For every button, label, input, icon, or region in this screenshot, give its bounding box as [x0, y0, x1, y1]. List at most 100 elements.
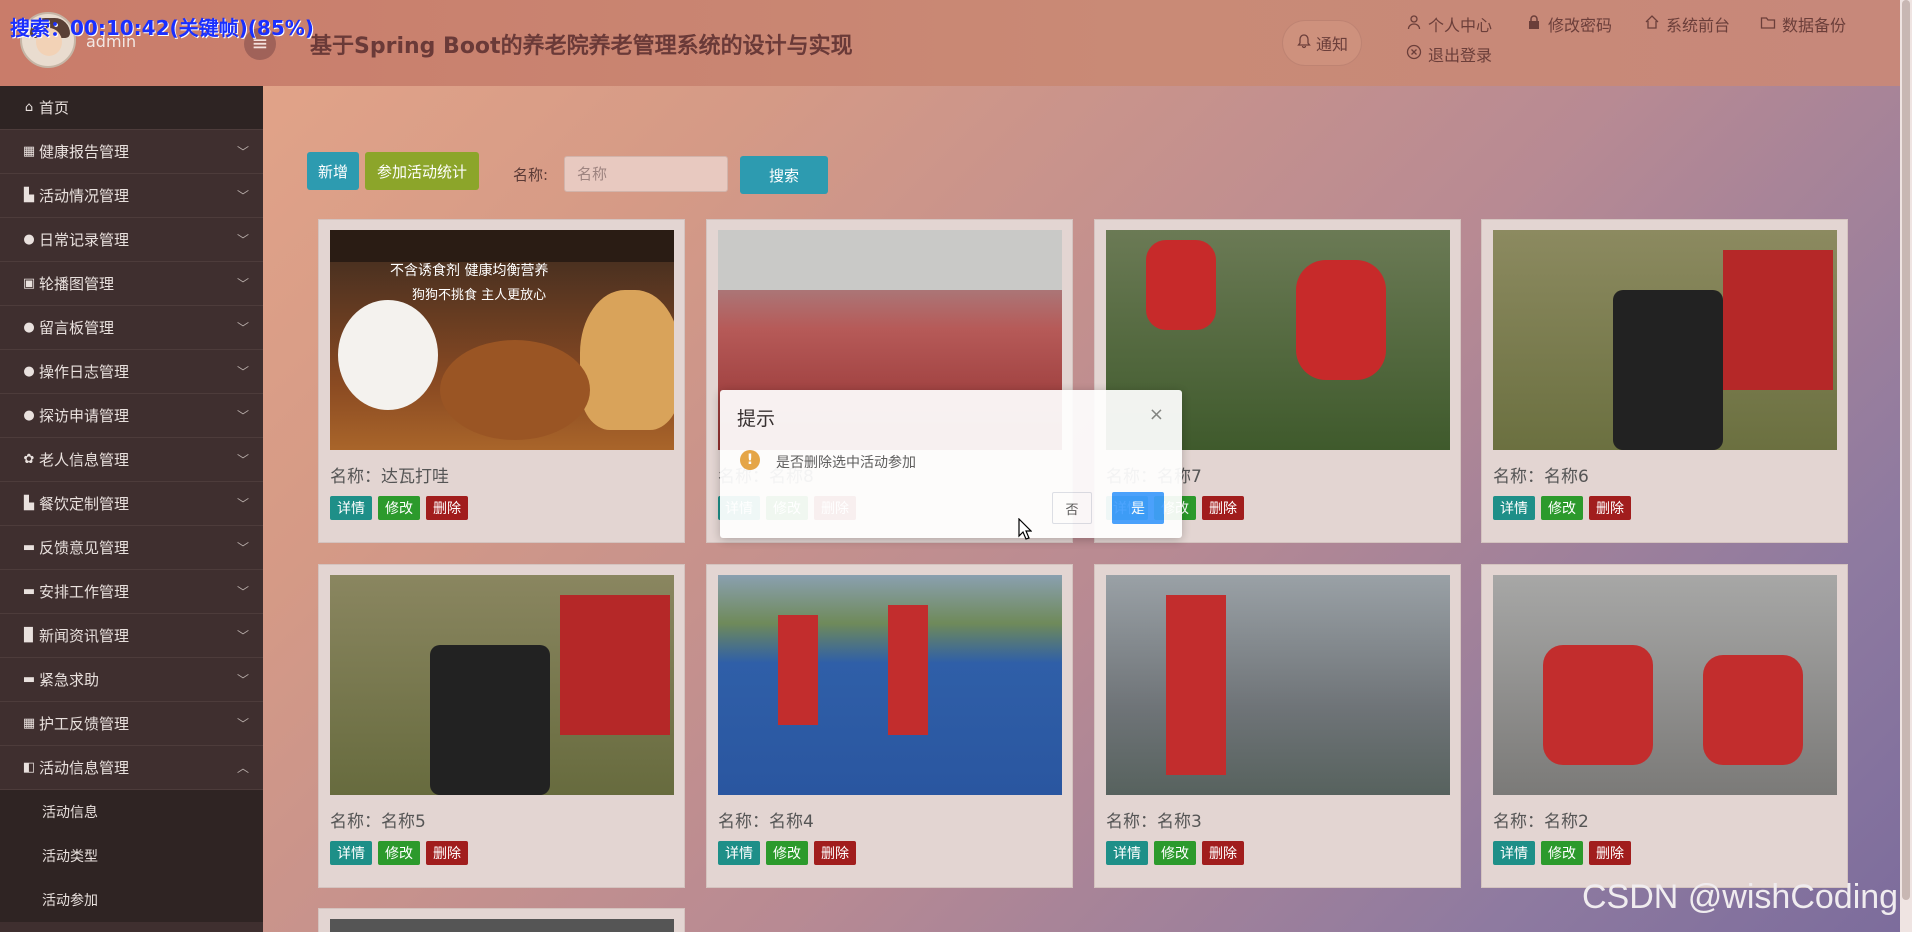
- sidebar-item[interactable]: ✿ 老人信息管理 ﹀: [0, 438, 263, 482]
- activity-image[interactable]: [1493, 230, 1837, 450]
- activity-stats-button[interactable]: 参加活动统计: [365, 152, 479, 190]
- notify-button[interactable]: 通知: [1282, 20, 1362, 66]
- sidebar-item[interactable]: ● 探访申请管理 ﹀: [0, 394, 263, 438]
- bank-icon: ▙: [24, 496, 34, 511]
- sidebar-item[interactable]: ▦ 健康报告管理 ﹀: [0, 130, 263, 174]
- detail-button[interactable]: 详情: [330, 841, 372, 865]
- activity-image[interactable]: 不含诱食剂 健康均衡营养 狗狗不挑食 主人更放心: [330, 230, 674, 450]
- chevron-down-icon: ﹀: [236, 145, 249, 159]
- sidebar-item-label: 活动信息管理: [39, 759, 130, 777]
- circle-icon: ●: [23, 364, 35, 379]
- sidebar-item[interactable]: ▉ 新闻资讯管理 ﹀: [0, 614, 263, 658]
- gear-icon: ✿: [23, 452, 35, 467]
- close-circle-icon: [1406, 44, 1422, 64]
- delete-button[interactable]: 删除: [1202, 841, 1244, 865]
- sidebar-item-label: 反馈意见管理: [39, 539, 130, 557]
- chevron-down-icon: ﹀: [236, 233, 249, 247]
- link-logout[interactable]: 退出登录: [1406, 42, 1492, 66]
- activity-image[interactable]: [1106, 575, 1450, 795]
- sidebar-item[interactable]: ⌂ 首页: [0, 86, 263, 130]
- home-icon: ⌂: [24, 100, 34, 115]
- link-label: 数据备份: [1782, 16, 1847, 35]
- delete-button[interactable]: 删除: [814, 841, 856, 865]
- edit-button[interactable]: 修改: [1541, 841, 1583, 865]
- activity-card: 名称：名称5 详情 修改 删除: [318, 564, 685, 888]
- link-user-center[interactable]: 个人中心: [1406, 12, 1492, 36]
- notify-label: 通知: [1315, 35, 1348, 54]
- dialog-close-icon[interactable]: ×: [1149, 404, 1164, 425]
- name-search-input[interactable]: [564, 156, 728, 192]
- detail-button[interactable]: 详情: [1493, 841, 1535, 865]
- link-frontend[interactable]: 系统前台: [1644, 12, 1730, 36]
- sidebar-item[interactable]: ▦ 护工反馈管理 ﹀: [0, 702, 263, 746]
- sidebar-subitem[interactable]: 活动参加: [0, 878, 263, 922]
- link-change-password[interactable]: 修改密码: [1526, 12, 1612, 36]
- sidebar-item[interactable]: ● 操作日志管理 ﹀: [0, 350, 263, 394]
- sidebar-subitem[interactable]: 活动信息: [0, 790, 263, 834]
- sidebar-item[interactable]: ▬ 安排工作管理 ﹀: [0, 570, 263, 614]
- activity-name: 名称：名称4: [718, 812, 814, 832]
- activity-name: 名称：名称3: [1106, 812, 1202, 832]
- sidebar-item-label: 探访申请管理: [39, 407, 130, 425]
- activity-name: 名称：名称2: [1493, 812, 1589, 832]
- add-button[interactable]: 新增: [307, 152, 359, 190]
- scrollbar[interactable]: [1900, 0, 1912, 932]
- sidebar-item[interactable]: ▬ 反馈意见管理 ﹀: [0, 526, 263, 570]
- search-button[interactable]: 搜索: [740, 156, 828, 194]
- sidebar-item-label: 健康报告管理: [39, 143, 130, 161]
- edit-button[interactable]: 修改: [378, 496, 420, 520]
- sidebar-item-label: 紧急求助: [39, 671, 100, 689]
- delete-button[interactable]: 删除: [426, 841, 468, 865]
- detail-button[interactable]: 详情: [1493, 496, 1535, 520]
- watermark: CSDN @wishCoding: [1582, 878, 1899, 916]
- activity-image[interactable]: [718, 575, 1062, 795]
- detail-button[interactable]: 详情: [1106, 841, 1148, 865]
- sidebar-item-label: 日常记录管理: [39, 231, 130, 249]
- square-icon: ◧: [22, 760, 36, 775]
- name-filter-label: 名称:: [513, 166, 549, 184]
- sidebar-item[interactable]: ▙ 餐饮定制管理 ﹀: [0, 482, 263, 526]
- link-backup[interactable]: 数据备份: [1760, 12, 1846, 36]
- inbox-icon: ▬: [22, 540, 36, 555]
- delete-button[interactable]: 删除: [1589, 841, 1631, 865]
- chevron-down-icon: ﹀: [236, 717, 249, 731]
- delete-button[interactable]: 删除: [426, 496, 468, 520]
- bell-icon: [1296, 33, 1312, 53]
- detail-button[interactable]: 详情: [330, 496, 372, 520]
- activity-image[interactable]: [330, 575, 674, 795]
- edit-button[interactable]: 修改: [378, 841, 420, 865]
- dialog-no-button[interactable]: 否: [1052, 492, 1092, 524]
- activity-image[interactable]: [1493, 575, 1837, 795]
- dialog-yes-button[interactable]: 是: [1112, 492, 1164, 524]
- sidebar-item-label: 安排工作管理: [39, 583, 130, 601]
- sidebar-item[interactable]: ● 留言板管理 ﹀: [0, 306, 263, 350]
- link-label: 系统前台: [1666, 16, 1731, 35]
- sidebar-subitem[interactable]: 活动类型: [0, 834, 263, 878]
- chevron-down-icon: ﹀: [236, 497, 249, 511]
- thumb-icon: ▙: [24, 188, 34, 203]
- chevron-down-icon: ﹀: [236, 321, 249, 335]
- dialog-title: 提示: [737, 408, 776, 430]
- sidebar-item[interactable]: ● 日常记录管理 ﹀: [0, 218, 263, 262]
- mouse-cursor-icon: [1018, 517, 1033, 544]
- detail-button[interactable]: 详情: [718, 841, 760, 865]
- circle-icon: ●: [23, 232, 35, 247]
- circle-icon: ●: [23, 320, 35, 335]
- edit-button[interactable]: 修改: [766, 841, 808, 865]
- edit-button[interactable]: 修改: [1154, 841, 1196, 865]
- app-title: 基于Spring Boot的养老院养老管理系统的设计与实现: [310, 34, 853, 59]
- sidebar-item-label: 首页: [39, 99, 70, 117]
- warning-icon: !: [740, 450, 760, 470]
- chevron-down-icon: ﹀: [236, 673, 249, 687]
- edit-button[interactable]: 修改: [1541, 496, 1583, 520]
- chevron-down-icon: ﹀: [236, 189, 249, 203]
- sidebar-item[interactable]: ◧ 活动信息管理 ︿: [0, 746, 263, 790]
- sidebar-item[interactable]: ▙ 活动情况管理 ﹀: [0, 174, 263, 218]
- chevron-down-icon: ﹀: [236, 277, 249, 291]
- sidebar-item[interactable]: ▣ 轮播图管理 ﹀: [0, 262, 263, 306]
- delete-button[interactable]: 删除: [1589, 496, 1631, 520]
- sidebar-item[interactable]: ▬ 紧急求助 ﹀: [0, 658, 263, 702]
- grid-icon: ▦: [22, 144, 36, 159]
- book-icon: ▉: [24, 628, 34, 643]
- delete-button[interactable]: 删除: [1202, 496, 1244, 520]
